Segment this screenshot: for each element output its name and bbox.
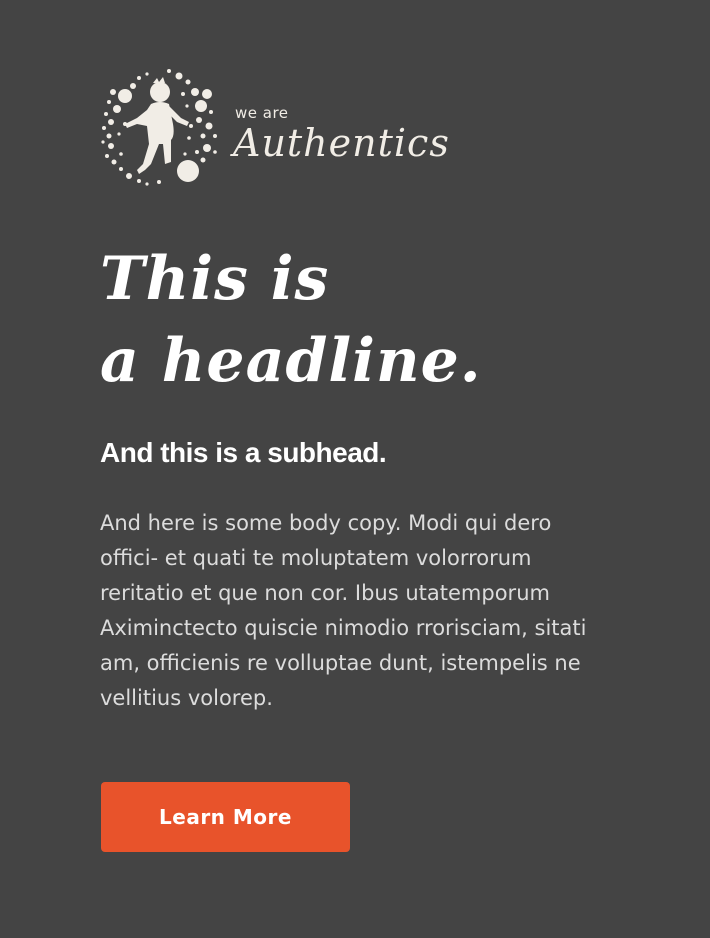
brand-logo: we are Authentics (99, 66, 459, 190)
headline-line-2: a headline. (100, 326, 482, 396)
child-with-ball-logo-icon (101, 69, 217, 186)
email-card: we are Authentics This is a headline. An… (0, 0, 710, 938)
subhead: And this is a subhead. (100, 437, 387, 468)
body-copy: And here is some body copy. Modi qui der… (100, 511, 587, 710)
learn-more-button[interactable]: Learn More (101, 782, 350, 852)
brand-wordmark: Authentics (233, 121, 450, 165)
brand-tagline-small: we are (235, 104, 289, 122)
headline-line-1: This is (100, 244, 330, 314)
headline: This is a headline. (100, 238, 600, 402)
